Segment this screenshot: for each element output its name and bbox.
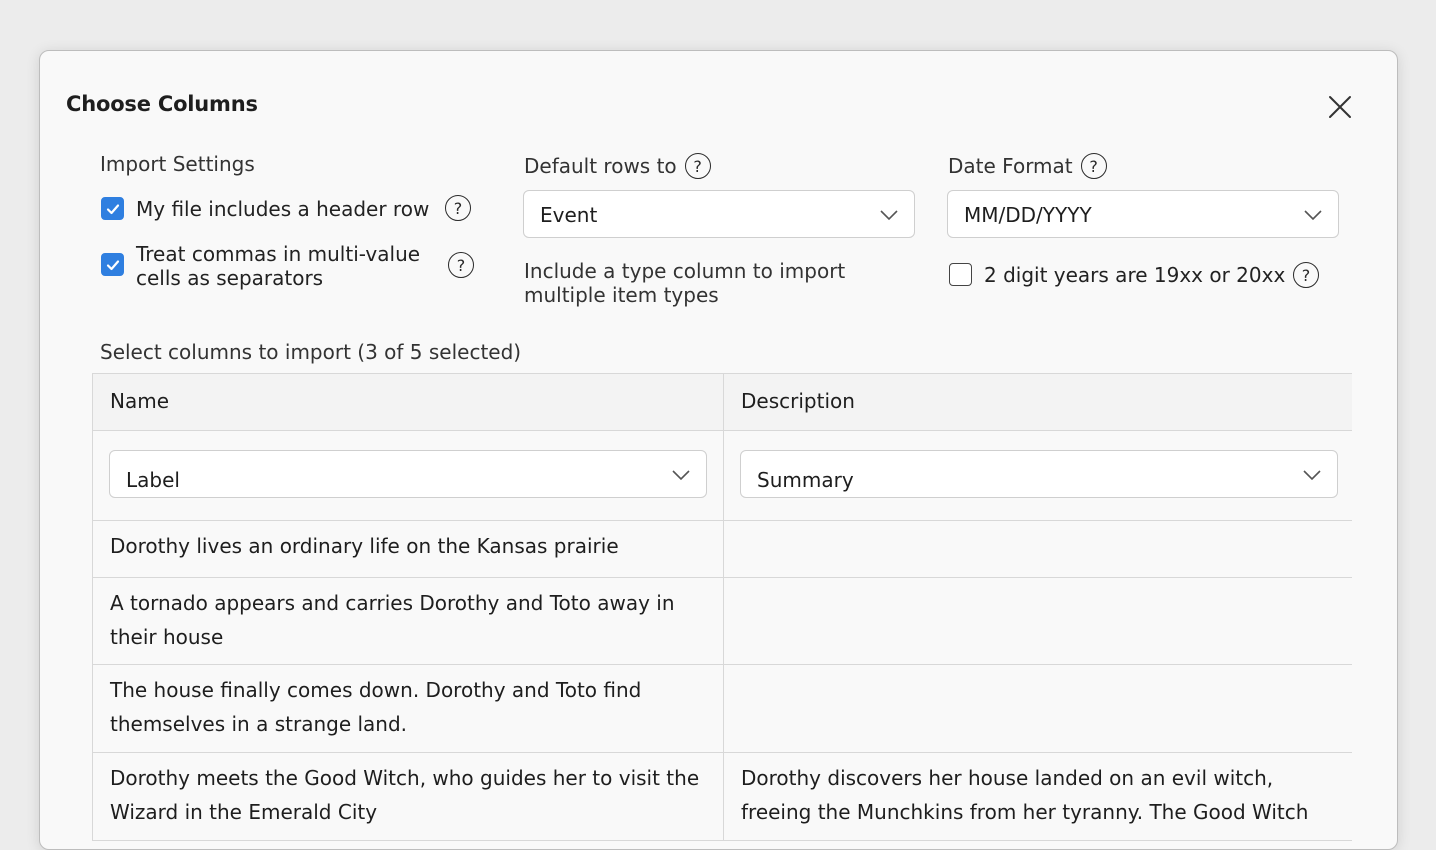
choose-columns-dialog: Choose Columns Import Settings My file i…: [39, 50, 1398, 850]
table-cell: Dorothy discovers her house landed on an…: [723, 753, 1352, 840]
columns-summary: Select columns to import (3 of 5 selecte…: [100, 340, 522, 364]
import-settings-label: Import Settings: [100, 152, 255, 176]
help-icon[interactable]: ?: [684, 153, 711, 179]
table-cell: [723, 665, 1352, 752]
date-format-label: Date Format: [948, 154, 1073, 178]
description-mapping-select[interactable]: Summary: [740, 450, 1338, 498]
commas-separator-checkbox[interactable]: [101, 253, 124, 276]
column-header-name: Name: [92, 374, 723, 430]
help-icon[interactable]: ?: [1293, 262, 1319, 288]
default-rows-value: Event: [540, 203, 598, 227]
table-cell: Dorothy lives an ordinary life on the Ka…: [92, 521, 723, 577]
header-row-label: My file includes a header row: [136, 197, 430, 221]
table-cell: [723, 578, 1352, 664]
table-cell: Dorothy meets the Good Witch, who guides…: [92, 753, 723, 840]
dialog-title: Choose Columns: [66, 92, 258, 116]
default-rows-field: Default rows to ?: [524, 153, 711, 179]
table-header-row: Name Description: [92, 373, 1352, 431]
table-cell: A tornado appears and carries Dorothy an…: [92, 578, 723, 664]
chevron-down-icon: [1304, 210, 1322, 221]
date-format-select[interactable]: MM/DD/YYYY: [947, 190, 1339, 238]
date-format-value: MM/DD/YYYY: [964, 203, 1092, 227]
table-cell: The house finally comes down. Dorothy an…: [92, 665, 723, 752]
mapping-cell: Label: [92, 431, 723, 520]
columns-table: Name Description Label Summary Dorothy l…: [92, 373, 1352, 841]
default-rows-hint: Include a type column to import multiple…: [524, 259, 846, 307]
mapping-row: Label Summary: [92, 431, 1352, 521]
two-digit-years-checkbox[interactable]: [949, 263, 972, 286]
two-digit-years-label: 2 digit years are 19xx or 20xx: [984, 263, 1286, 287]
default-rows-select[interactable]: Event: [523, 190, 915, 238]
default-rows-label: Default rows to: [524, 154, 677, 178]
name-mapping-select[interactable]: Label: [109, 450, 707, 498]
table-row: Dorothy meets the Good Witch, who guides…: [92, 753, 1352, 841]
column-header-description: Description: [723, 374, 1352, 430]
help-icon[interactable]: ?: [448, 252, 474, 278]
help-icon[interactable]: ?: [445, 195, 471, 221]
help-icon[interactable]: ?: [1080, 153, 1107, 179]
mapping-cell: Summary: [723, 431, 1352, 520]
header-row-checkbox[interactable]: [101, 197, 124, 220]
chevron-down-icon: [672, 470, 690, 481]
table-row: A tornado appears and carries Dorothy an…: [92, 578, 1352, 665]
close-icon[interactable]: [1325, 92, 1355, 122]
table-row: Dorothy lives an ordinary life on the Ka…: [92, 521, 1352, 578]
chevron-down-icon: [880, 210, 898, 221]
table-row: The house finally comes down. Dorothy an…: [92, 665, 1352, 753]
name-mapping-value: Label: [126, 468, 180, 492]
table-cell: [723, 521, 1352, 577]
chevron-down-icon: [1303, 470, 1321, 481]
description-mapping-value: Summary: [757, 468, 854, 492]
date-format-field: Date Format ?: [948, 153, 1107, 179]
commas-separator-label: Treat commas in multi-value cells as sep…: [136, 242, 421, 290]
